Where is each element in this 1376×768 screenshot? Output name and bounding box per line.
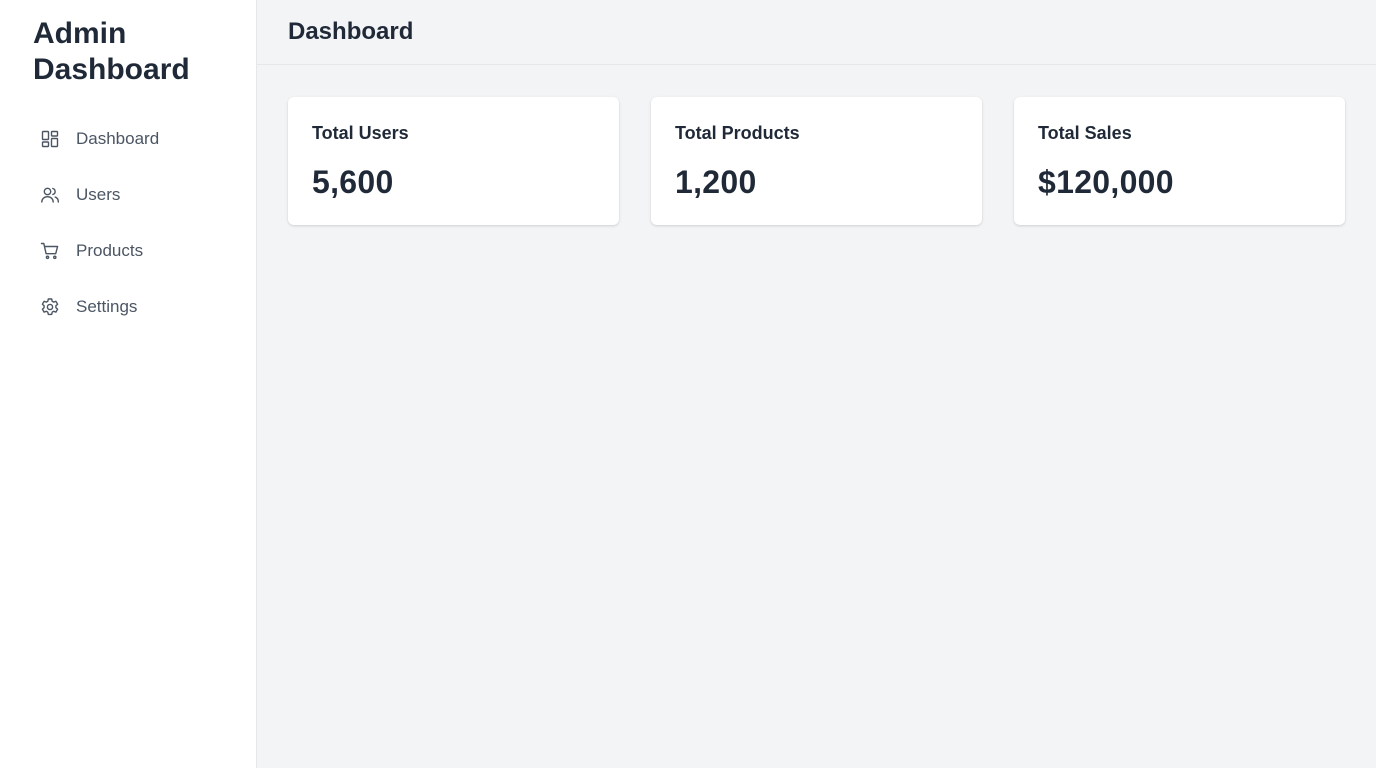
content-area: Total Users 5,600 Total Products 1,200 T…: [257, 65, 1376, 225]
sidebar-item-products[interactable]: Products: [0, 223, 256, 279]
top-header: Dashboard: [257, 0, 1376, 65]
dashboard-grid-icon: [40, 129, 60, 149]
sidebar-item-settings[interactable]: Settings: [0, 279, 256, 335]
cart-icon: [40, 241, 60, 261]
stat-card-value: $120,000: [1038, 164, 1174, 200]
brand-title: Admin Dashboard: [0, 16, 256, 88]
sidebar-item-label: Users: [76, 185, 121, 204]
sidebar-item-dashboard[interactable]: Dashboard: [0, 111, 256, 167]
stat-cards: Total Users 5,600 Total Products 1,200 T…: [288, 97, 1345, 225]
gear-icon: [40, 297, 60, 317]
stat-card-total-sales: Total Sales $120,000: [1014, 97, 1345, 225]
stat-card-value: 1,200: [675, 164, 757, 200]
main-area: Dashboard Total Users 5,600 Total Produc…: [257, 0, 1376, 768]
stat-card-value: 5,600: [312, 164, 394, 200]
sidebar: Admin Dashboard Dashboard Users Products…: [0, 0, 257, 768]
sidebar-nav: Dashboard Users Products Settings: [0, 111, 256, 335]
stat-card-label: Total Products: [675, 123, 800, 143]
stat-card-total-products: Total Products 1,200: [651, 97, 982, 225]
sidebar-item-label: Dashboard: [76, 129, 160, 148]
app-shell: Admin Dashboard Dashboard Users Products…: [0, 0, 1376, 768]
stat-card-label: Total Users: [312, 123, 409, 143]
users-icon: [40, 185, 60, 205]
page-title: Dashboard: [288, 17, 414, 45]
brand-line-1: Admin: [33, 17, 127, 50]
brand-line-2: Dashboard: [33, 53, 190, 86]
stat-card-total-users: Total Users 5,600: [288, 97, 619, 225]
stat-card-label: Total Sales: [1038, 123, 1132, 143]
sidebar-item-label: Products: [76, 241, 144, 260]
sidebar-item-users[interactable]: Users: [0, 167, 256, 223]
sidebar-item-label: Settings: [76, 297, 138, 316]
